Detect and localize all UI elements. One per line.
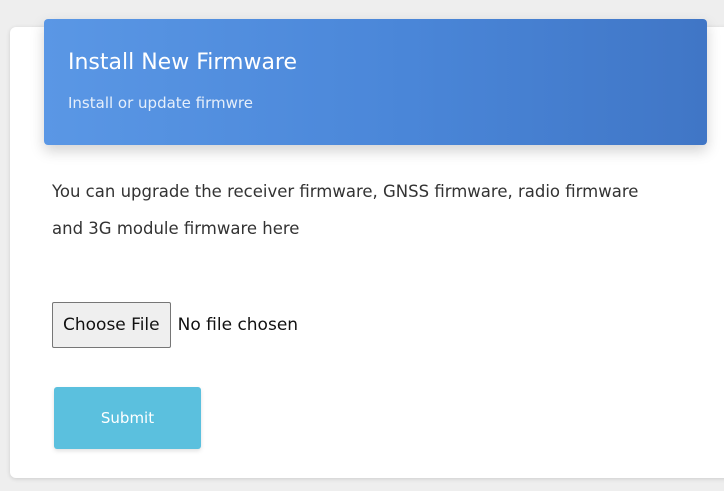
firmware-description: You can upgrade the receiver firmware, G… xyxy=(52,182,639,238)
submit-button[interactable]: Submit xyxy=(54,387,201,449)
file-status-text: No file chosen xyxy=(177,315,299,335)
choose-file-button[interactable]: Choose File xyxy=(52,302,171,348)
card-header: Install New Firmware Install or update f… xyxy=(44,19,707,145)
card-title: Install New Firmware xyxy=(68,50,298,75)
firmware-file-input[interactable]: Choose File No file chosen xyxy=(52,302,298,348)
card-subtitle: Install or update firmwre xyxy=(68,94,253,112)
